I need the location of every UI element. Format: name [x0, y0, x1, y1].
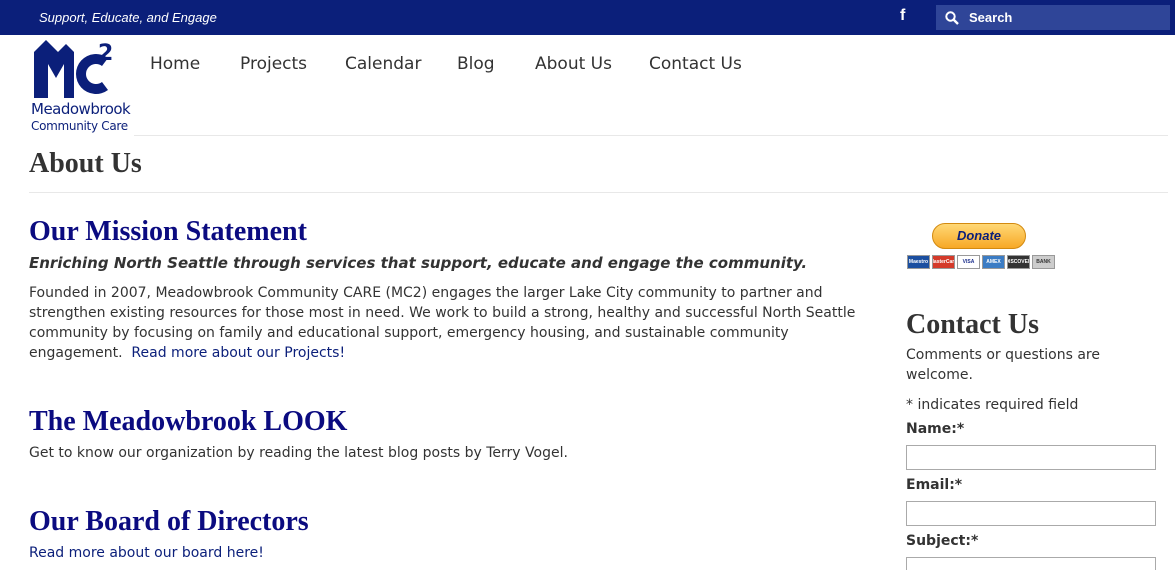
mission-line: community by focusing on family and educ… — [29, 325, 789, 341]
nav-about-us[interactable]: About Us — [535, 54, 612, 74]
facebook-icon[interactable]: f — [900, 7, 905, 25]
mission-line: strengthen existing resources for those … — [29, 305, 856, 321]
svg-text:2: 2 — [98, 41, 113, 66]
search-icon — [945, 10, 959, 25]
nav-home[interactable]: Home — [150, 54, 200, 74]
nav-blog[interactable]: Blog — [457, 54, 495, 74]
look-heading: The Meadowbrook LOOK — [29, 406, 348, 437]
mission-line-last: engagement. Read more about our Projects… — [29, 343, 889, 363]
search-box[interactable] — [936, 5, 1170, 30]
required-note: * indicates required field — [906, 397, 1079, 413]
board-heading: Our Board of Directors — [29, 506, 309, 537]
email-field[interactable] — [906, 501, 1156, 526]
contact-intro-line: welcome. — [906, 367, 973, 383]
maestro-icon: Maestro — [907, 255, 930, 269]
visa-icon: VISA — [957, 255, 980, 269]
mission-heading: Our Mission Statement — [29, 216, 307, 247]
bank-icon: BANK — [1032, 255, 1055, 269]
discover-icon: DISCOVER — [1007, 255, 1030, 269]
page-title: About Us — [29, 148, 142, 179]
contact-title: Contact Us — [906, 309, 1039, 340]
name-label: Name:* — [906, 421, 965, 437]
top-bar: Support, Educate, and Engage f — [0, 0, 1175, 35]
logo-line-2: Community Care — [31, 119, 128, 133]
payment-cards: Maestro MasterCard VISA AMEX DISCOVER BA… — [907, 255, 1055, 269]
subject-field[interactable] — [906, 557, 1156, 570]
search-input[interactable] — [969, 10, 1149, 25]
mission-line: Founded in 2007, Meadowbrook Community C… — [29, 285, 823, 301]
contact-intro: Comments or questions are welcome. — [906, 345, 1100, 385]
mission-body: Founded in 2007, Meadowbrook Community C… — [29, 283, 889, 363]
board-link[interactable]: Read more about our board here! — [29, 545, 264, 561]
nav-contact-us[interactable]: Contact Us — [649, 54, 742, 74]
nav-calendar[interactable]: Calendar — [345, 54, 421, 74]
projects-link[interactable]: Read more about our Projects! — [131, 345, 345, 361]
look-text: Get to know our organization by reading … — [29, 445, 568, 461]
nav-projects[interactable]: Projects — [240, 54, 307, 74]
mission-motto: Enriching North Seattle through services… — [29, 254, 808, 272]
tagline: Support, Educate, and Engage — [39, 10, 217, 25]
logo-line-1: Meadowbrook — [31, 100, 131, 118]
title-divider — [29, 192, 1168, 193]
contact-intro-line: Comments or questions are — [906, 347, 1100, 363]
subject-label: Subject:* — [906, 533, 979, 549]
mastercard-icon: MasterCard — [932, 255, 955, 269]
amex-icon: AMEX — [982, 255, 1005, 269]
mc2-logo-icon: 2 — [34, 40, 113, 98]
email-label: Email:* — [906, 477, 963, 493]
site-logo[interactable]: 2 Meadowbrook Community Care — [29, 38, 131, 134]
header-divider — [134, 135, 1168, 136]
mission-line: engagement. — [29, 345, 123, 361]
donate-button[interactable]: Donate — [932, 223, 1026, 249]
board-text: Read more about our board here! — [29, 543, 264, 563]
name-field[interactable] — [906, 445, 1156, 470]
